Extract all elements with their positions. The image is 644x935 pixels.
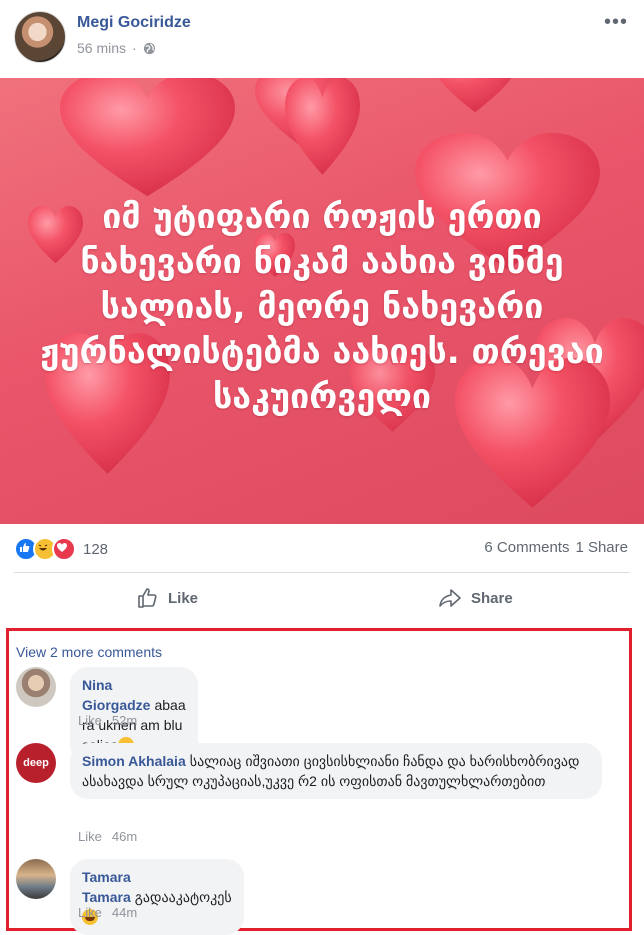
comment-meta: Like 46m <box>78 829 137 844</box>
comment-like-link[interactable]: Like <box>78 713 102 728</box>
post-meta: 56 mins · <box>77 40 156 56</box>
post-stats: 128 6 Comments 1 Share <box>0 524 644 572</box>
comment-like-link[interactable]: Like <box>78 829 102 844</box>
view-more-comments-link[interactable]: View 2 more comments <box>16 644 162 660</box>
love-reaction-icon <box>52 537 76 561</box>
comments-section: View 2 more comments Nina Giorgadze abaa … <box>6 628 632 935</box>
avatar-logo-text: deep <box>23 757 49 769</box>
globe-icon <box>143 42 155 54</box>
more-options-icon[interactable]: ••• <box>604 12 628 32</box>
comment-text: გადააკატოკეს <box>134 889 232 905</box>
commenter-avatar[interactable] <box>16 667 56 707</box>
comment-bubble: Tamara Tamara გადააკატოკეს <box>70 859 244 935</box>
comments-count[interactable]: 6 Comments <box>484 539 569 556</box>
comment-time[interactable]: 44m <box>112 905 137 920</box>
comment-like-link[interactable]: Like <box>78 905 102 920</box>
facebook-post: Megi Gociridze 56 mins · ••• იმ უტიფარი … <box>0 0 644 935</box>
thumbs-up-icon <box>138 588 157 608</box>
commenter-name[interactable]: Tamara Tamara <box>82 869 131 905</box>
comment-meta: Like 52m <box>78 713 137 728</box>
commenter-name[interactable]: Simon Akhalaia <box>82 753 186 769</box>
comment-time[interactable]: 46m <box>112 829 137 844</box>
share-button[interactable]: Share <box>437 582 513 614</box>
post-quote-text: იმ უტიფარი როჟის ერთი ნახევარი ნიკამ აახ… <box>40 197 604 417</box>
author-name[interactable]: Megi Gociridze <box>77 14 191 32</box>
share-button-label: Share <box>471 589 513 607</box>
post-header: Megi Gociridze 56 mins · ••• <box>0 0 644 78</box>
share-arrow-icon <box>439 589 461 607</box>
like-button[interactable]: Like <box>136 582 198 614</box>
author-avatar[interactable] <box>14 11 66 63</box>
reactions-summary[interactable]: 128 <box>14 537 108 561</box>
commenter-avatar[interactable] <box>16 859 56 899</box>
shares-count[interactable]: 1 Share <box>575 539 628 556</box>
post-time[interactable]: 56 mins <box>77 40 126 56</box>
commenter-avatar[interactable]: deep <box>16 743 56 783</box>
comment-bubble: Simon Akhalaia სალიაც იშვიათი ცივსისხლიან… <box>70 743 602 799</box>
post-image[interactable]: იმ უტიფარი როჟის ერთი ნახევარი ნიკამ აახ… <box>0 78 644 524</box>
comment-meta: Like 44m <box>78 905 137 920</box>
post-actions: Like Share <box>0 574 644 622</box>
like-button-label: Like <box>168 589 199 607</box>
divider <box>14 572 630 573</box>
reaction-count[interactable]: 128 <box>83 541 108 558</box>
commenter-name[interactable]: Nina Giorgadze <box>82 677 150 713</box>
post-counts: 6 Comments 1 Share <box>484 539 628 556</box>
comment-time[interactable]: 52m <box>112 713 137 728</box>
